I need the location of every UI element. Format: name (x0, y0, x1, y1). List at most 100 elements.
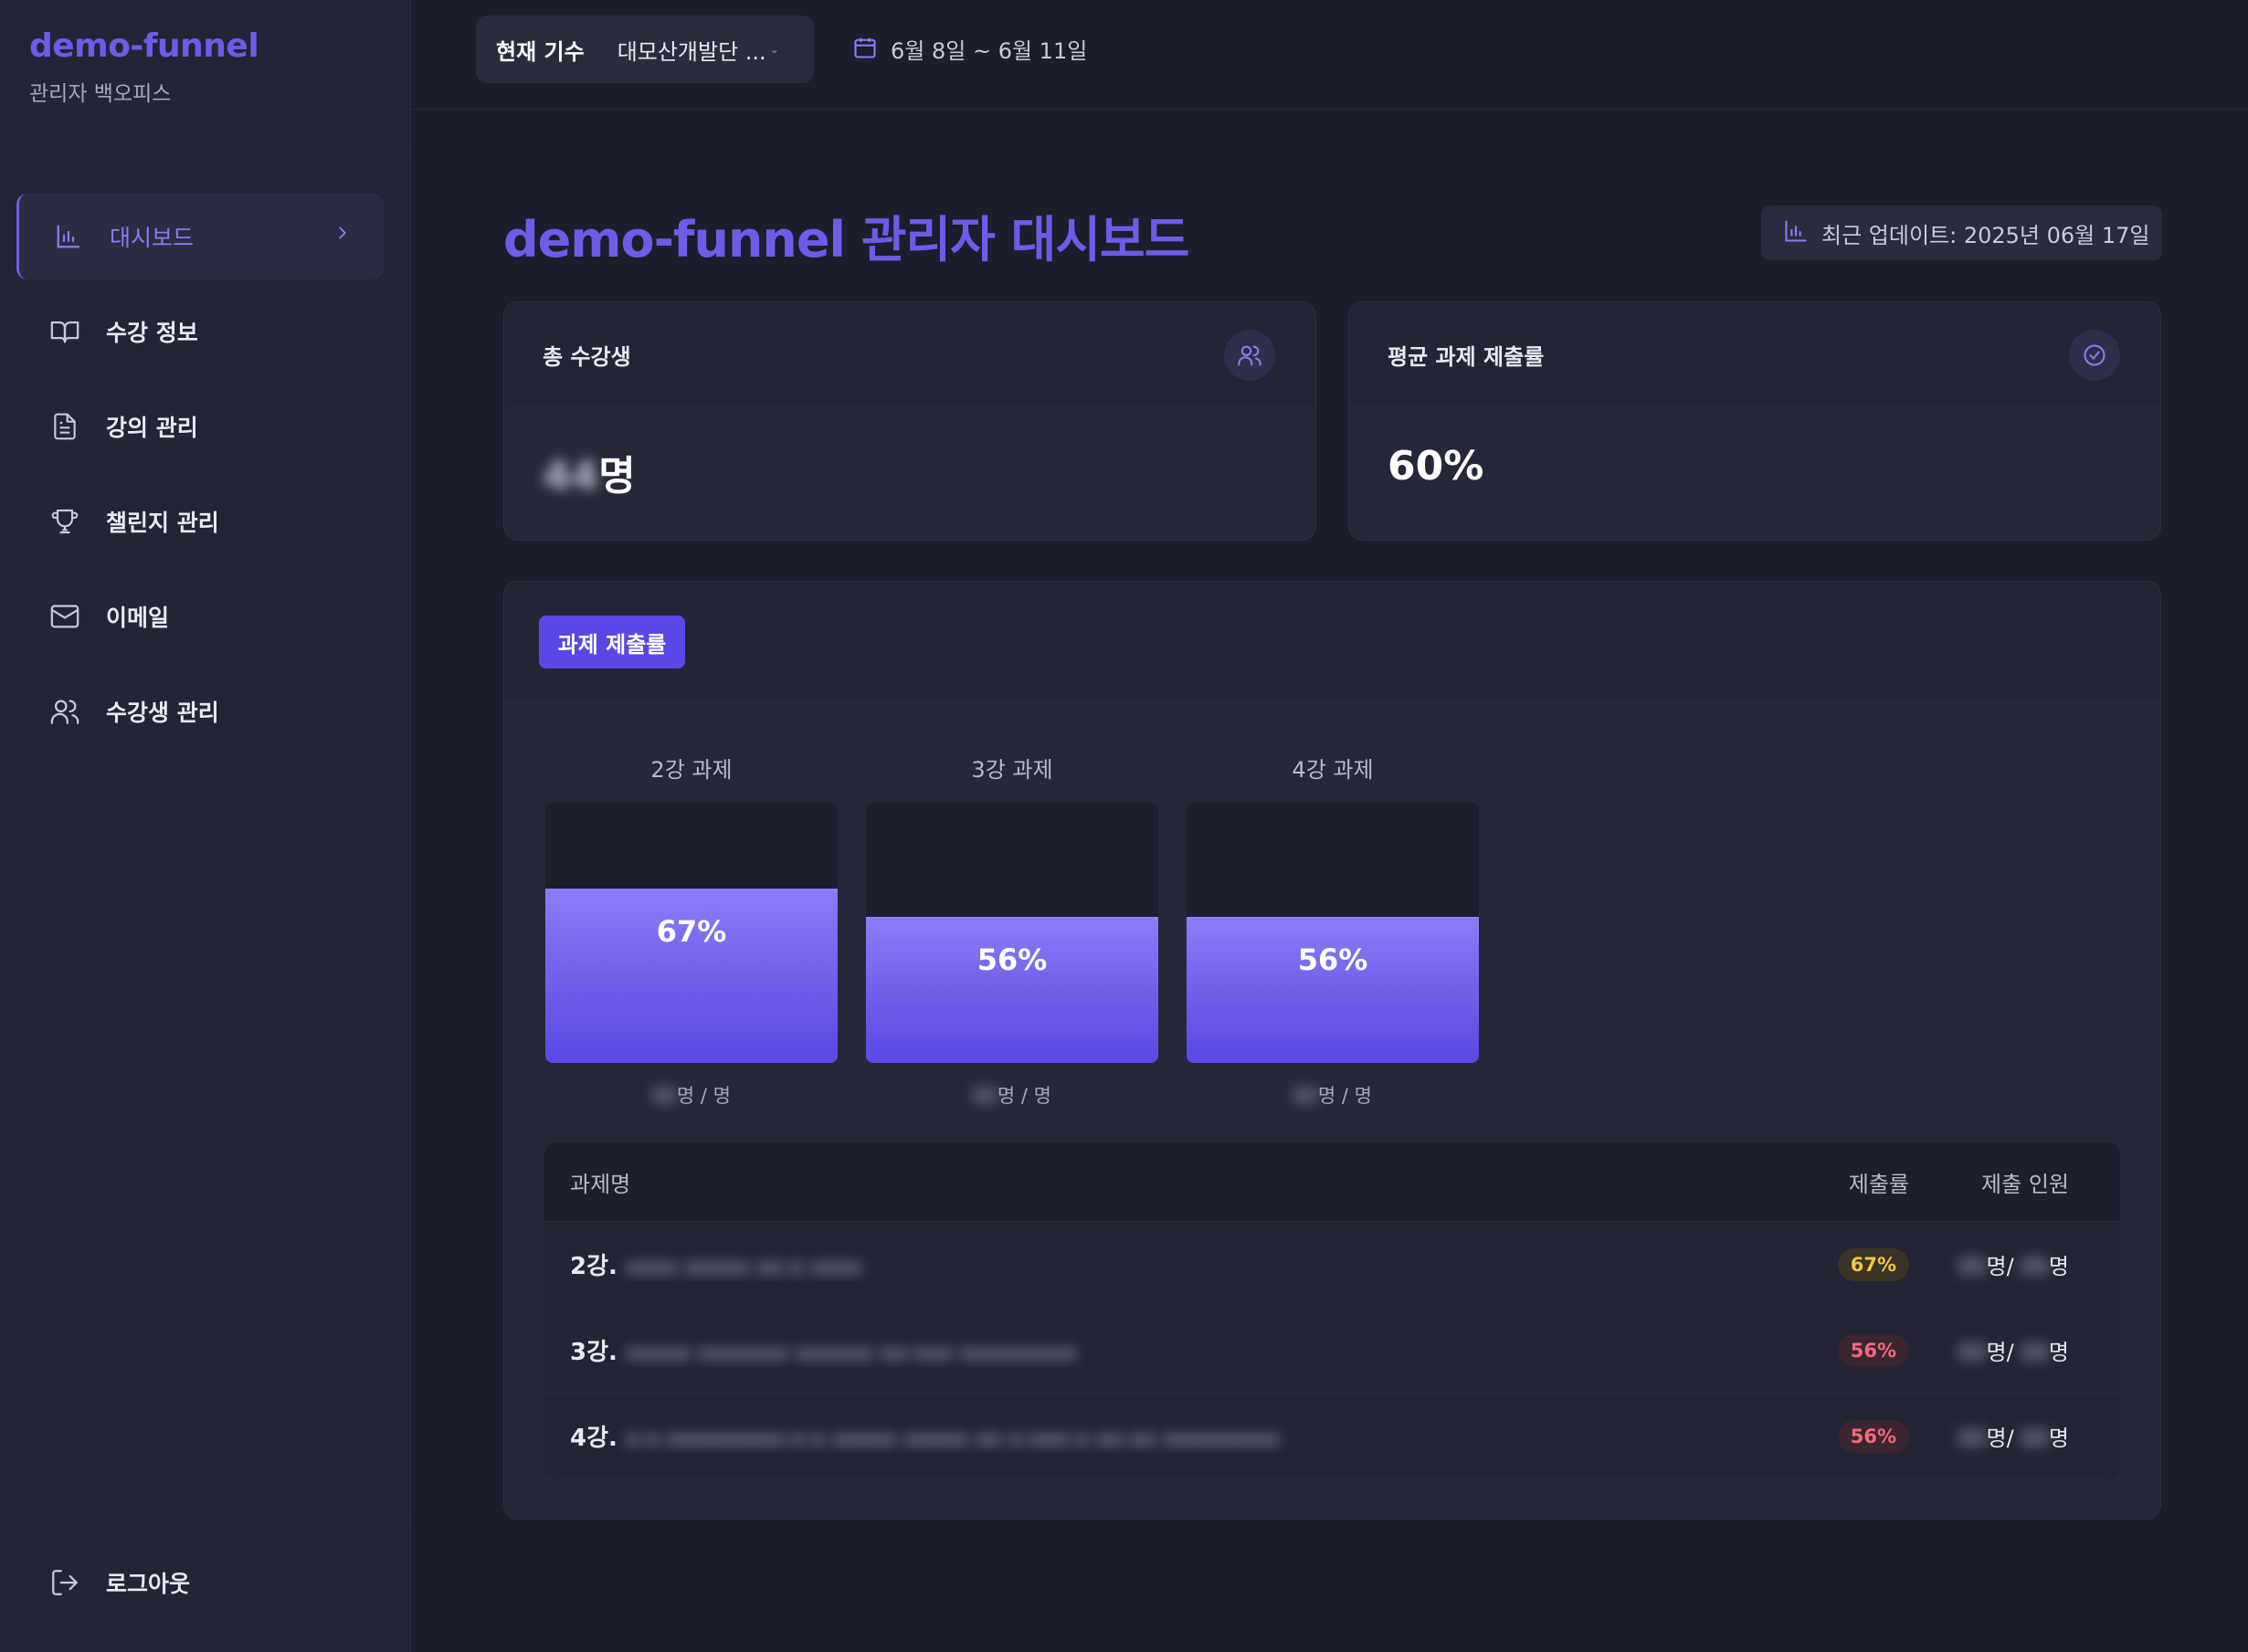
bar-column: 2강 과제 67% 00명 / 명 (545, 752, 838, 1109)
count-cell: 00명/ 00명 (1909, 1334, 2095, 1366)
sidebar-item-course-info[interactable]: 수강 정보 (16, 289, 384, 374)
table-row[interactable]: 4강. x-x xxxxxxxxx-x-x xxxxx xxxxx xx x-x… (544, 1393, 2120, 1478)
logout-icon (47, 1565, 82, 1600)
brand-title[interactable]: demo-funnel (29, 27, 259, 65)
assignment-prefix: 2강. (570, 1253, 617, 1280)
bar-value-label: 67% (656, 914, 727, 950)
count-cell: 00명/ 00명 (1909, 1248, 2095, 1280)
document-icon (47, 409, 82, 444)
count-unit: 명/ (1986, 1254, 2014, 1279)
stat-card-header: 평균 과제 제출률 (1349, 302, 2160, 406)
stat-unit: 명 (598, 453, 636, 500)
sidebar-divider (0, 152, 410, 153)
page-title: demo-funnel 관리자 대시보드 (503, 211, 1189, 268)
count-unit-end: 명 (2048, 1340, 2069, 1365)
count-unit: 명/ (1986, 1426, 2014, 1451)
bar-count-text: 명 / 명 (676, 1085, 731, 1107)
date-range: 6월 8일 ~ 6월 11일 (852, 33, 1087, 65)
sidebar-item-label: 수강생 관리 (106, 700, 219, 726)
sidebar-item-label: 챌린지 관리 (106, 510, 219, 536)
logout-label: 로그아웃 (106, 1571, 191, 1597)
table-row[interactable]: 2강. xxxx xxxxx xx-x xxxx 67% 00명/ 00명 (544, 1221, 2120, 1307)
sidebar-item-challenges[interactable]: 챌린지 관리 (16, 479, 384, 564)
trophy-icon (47, 504, 82, 539)
redacted-count: 00 (2021, 1254, 2049, 1279)
redacted-title: xxxxx xxxxxxx xxxxxx xx-xxx xxxxxxxxx (625, 1340, 1077, 1365)
table-header: 과제명 제출률 제출 인원 (544, 1142, 2120, 1221)
cohort-label: 현재 기수 (496, 38, 585, 65)
stat-card-title: 평균 과제 제출률 (1388, 343, 1545, 370)
sidebar-item-label: 대시보드 (110, 225, 195, 251)
rate-cell: 56% (1750, 1333, 1909, 1367)
logout-button[interactable]: 로그아웃 (47, 1565, 190, 1600)
redacted-count: 00 (973, 1085, 997, 1107)
redacted-count: 00 (652, 1085, 677, 1107)
bar-label: 4강 과제 (1292, 757, 1374, 783)
bar-fill (866, 917, 1158, 1063)
sidebar-item-students[interactable]: 수강생 관리 (16, 668, 384, 754)
last-updated-text: 최근 업데이트: 2025년 06월 17일 (1821, 222, 2150, 248)
calendar-icon (852, 35, 878, 64)
bar-count: 00명 / 명 (1187, 1081, 1479, 1109)
bar-count: 00명 / 명 (545, 1081, 838, 1109)
count-cell: 00명/ 00명 (1909, 1420, 2095, 1452)
column-header-name: 과제명 (570, 1171, 631, 1197)
date-range-text: 6월 8일 ~ 6월 11일 (891, 38, 1088, 64)
book-icon (47, 314, 82, 349)
bar-column: 3강 과제 56% 00명 / 명 (866, 752, 1158, 1109)
bar-fill (1187, 917, 1479, 1063)
cohort-value: 대모산개발단 ... (617, 38, 766, 65)
stat-card-value: 60% (1388, 443, 1484, 489)
redacted-count: 44 (543, 453, 599, 500)
sidebar-item-label: 수강 정보 (106, 320, 198, 346)
bar-count-text: 명 / 명 (1317, 1085, 1372, 1107)
sidebar-item-dashboard[interactable]: 대시보드 (16, 194, 384, 279)
sidebar-item-lectures[interactable]: 강의 관리 (16, 384, 384, 469)
table-row[interactable]: 3강. xxxxx xxxxxxx xxxxxx xx-xxx xxxxxxxx… (544, 1307, 2120, 1393)
bar-column: 4강 과제 56% 00명 / 명 (1187, 752, 1479, 1109)
assignment-prefix: 3강. (570, 1339, 617, 1366)
rate-cell: 56% (1750, 1419, 1909, 1453)
stat-card-value: 44명 (543, 443, 1315, 501)
bar-track: 56% (1187, 803, 1479, 1063)
column-header-count: 제출 인원 (1981, 1171, 2069, 1197)
rate-badge: 56% (1837, 1419, 1909, 1453)
count-unit: 명/ (1986, 1340, 2014, 1365)
redacted-title: x-x xxxxxxxxx-x-x xxxxx xxxxx xx x-xxx-x… (625, 1426, 1281, 1451)
bar-track: 56% (866, 803, 1158, 1063)
redacted-title: xxxx xxxxx xx-x xxxx (625, 1254, 862, 1279)
chevron-down-icon: ⌄ (769, 43, 779, 56)
stat-card-title: 총 수강생 (543, 343, 631, 370)
bar-label: 2강 과제 (650, 757, 733, 783)
assignment-name: 3강. xxxxx xxxxxxx xxxxxx xx-xxx xxxxxxxx… (544, 1333, 1750, 1367)
sidebar-item-label: 이메일 (106, 605, 170, 631)
mail-icon (47, 599, 82, 634)
count-unit-end: 명 (2048, 1426, 2069, 1451)
stat-card-header: 총 수강생 (504, 302, 1315, 406)
tab-submission-rate[interactable]: 과제 제출률 (539, 616, 685, 668)
column-header-rate: 제출률 (1848, 1171, 1909, 1197)
brand-subtitle: 관리자 백오피스 (29, 82, 172, 106)
redacted-count: 00 (2021, 1426, 2049, 1451)
submission-panel: 과제 제출률 2강 과제 67% 00명 / 명 3강 과제 56% 00명 /… (503, 581, 2161, 1520)
assignment-prefix: 4강. (570, 1425, 617, 1452)
bar-value-label: 56% (1297, 942, 1368, 978)
rate-badge: 67% (1837, 1247, 1909, 1281)
bar-chart-icon (1783, 218, 1809, 247)
cohort-select[interactable]: 현재 기수 대모산개발단 ... ⌄ (476, 16, 814, 83)
assignment-name: 4강. x-x xxxxxxxxx-x-x xxxxx xxxxx xx x-x… (544, 1419, 1750, 1453)
redacted-count: 00 (2021, 1340, 2049, 1365)
sidebar-item-label: 강의 관리 (106, 415, 198, 441)
bar-count-text: 명 / 명 (997, 1085, 1051, 1107)
users-icon (1224, 330, 1275, 381)
users-icon (47, 694, 82, 729)
redacted-count: 00 (1958, 1426, 1987, 1451)
topbar: 현재 기수 대모산개발단 ... ⌄ 6월 8일 ~ 6월 11일 (412, 0, 2248, 110)
bar-chart-icon (51, 219, 86, 254)
bar-value-label: 56% (976, 942, 1048, 978)
sidebar-item-email[interactable]: 이메일 (16, 573, 384, 659)
redacted-count: 00 (1293, 1085, 1318, 1107)
bar-track: 67% (545, 803, 838, 1063)
rate-badge: 56% (1837, 1333, 1909, 1367)
redacted-count: 00 (1958, 1254, 1987, 1279)
